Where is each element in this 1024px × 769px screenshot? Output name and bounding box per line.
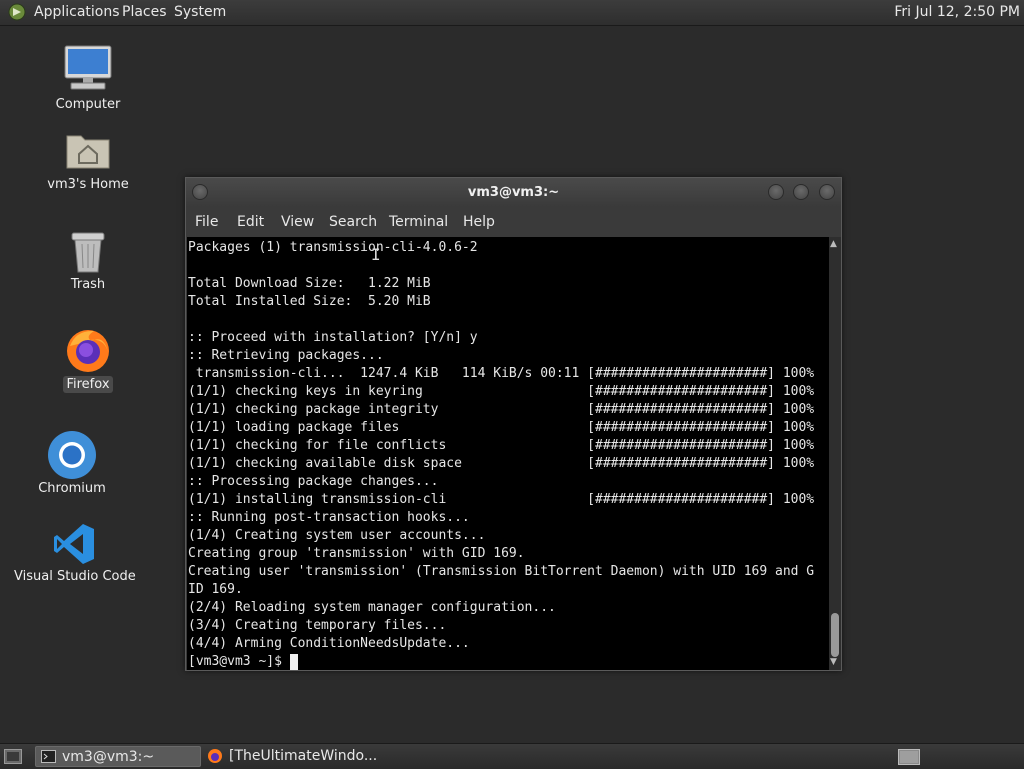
scroll-down-arrow-icon[interactable]: ▼ (830, 657, 837, 667)
taskbar-item-firefox[interactable]: [TheUltimateWindo... (203, 746, 403, 767)
menu-places[interactable]: Places (122, 4, 167, 20)
menu-file[interactable]: File (195, 214, 218, 230)
trash-icon (71, 232, 105, 273)
terminal-icon (41, 750, 56, 763)
terminal-line: Creating group 'transmission' with GID 1… (188, 546, 525, 561)
terminal-line: (1/1) checking keys in keyring [########… (188, 384, 815, 399)
terminal-line: (1/1) loading package files [###########… (188, 420, 815, 435)
terminal-line: (3/4) Creating temporary files... (188, 618, 447, 633)
terminal-line: (1/1) checking package integrity [######… (188, 402, 815, 417)
terminal-output[interactable]: Packages (1) transmission-cli-4.0.6-2 To… (187, 237, 829, 670)
taskbar-item-terminal[interactable]: vm3@vm3:~ (35, 746, 201, 767)
scrollbar-thumb[interactable] (831, 613, 839, 657)
terminal-window[interactable]: vm3@vm3:~ File Edit View Search Terminal… (185, 177, 842, 671)
close-button[interactable] (819, 184, 835, 200)
chromium-icon (48, 431, 96, 479)
terminal-line: :: Proceed with installation? [Y/n] y (188, 330, 478, 345)
desktop-icon-label-text: Firefox (63, 376, 113, 393)
terminal-text: Packages (1) transmission-cli-4.0.6-2 To… (188, 239, 814, 670)
terminal-title: vm3@vm3:~ (467, 185, 560, 200)
desktop-icon-label: Chromium (38, 481, 106, 496)
terminal-line: (1/1) checking for file conflicts [#####… (188, 438, 815, 453)
taskbar-item-label: [TheUltimateWindo... (229, 748, 378, 764)
desktop-icon-label: Visual Studio Code (14, 569, 136, 584)
computer-icon (64, 45, 112, 90)
menu-search[interactable]: Search (329, 214, 377, 230)
desktop-icon-trash[interactable]: Trash (38, 228, 138, 296)
top-panel: Applications Places System Fri Jul 12, 2… (0, 0, 1024, 26)
terminal-line: :: Retrieving packages... (188, 348, 384, 363)
desktop-icon-label: Trash (70, 277, 106, 292)
clock[interactable]: Fri Jul 12, 2:50 PM (894, 4, 1020, 20)
scroll-up-arrow-icon[interactable]: ▲ (830, 239, 837, 249)
terminal-line: Total Installed Size: 5.20 MiB (188, 294, 431, 309)
menu-edit[interactable]: Edit (237, 214, 264, 230)
firefox-icon (208, 749, 222, 763)
terminal-cursor (289, 654, 298, 670)
menu-system[interactable]: System (174, 4, 226, 20)
menu-applications[interactable]: Applications (34, 4, 120, 20)
terminal-line: Total Download Size: 1.22 MiB (188, 276, 431, 291)
terminal-line: Packages (1) transmission-cli-4.0.6-2 (188, 240, 478, 255)
terminal-line: (1/4) Creating system user accounts... (188, 528, 486, 543)
terminal-line: (4/4) Arming ConditionNeedsUpdate... (188, 636, 470, 651)
terminal-scrollbar[interactable]: ▲ ▼ (829, 237, 841, 670)
desktop-icon-vscode[interactable]: Visual Studio Code (14, 520, 136, 588)
terminal-line: :: Processing package changes... (188, 474, 439, 489)
home-folder-icon (66, 135, 110, 169)
desktop-icon-home[interactable]: vm3's Home (38, 128, 138, 196)
firefox-icon (67, 330, 109, 372)
taskbar-item-label: vm3@vm3:~ (62, 749, 155, 765)
desktop-icon-label: Firefox (38, 376, 138, 393)
desktop-icon-label: Computer (55, 97, 121, 112)
mouse-ibeam-cursor-icon: I (371, 245, 381, 264)
terminal-line: ID 169. (188, 582, 243, 597)
terminal-titlebar[interactable]: vm3@vm3:~ (186, 178, 841, 207)
terminal-line: (2/4) Reloading system manager configura… (188, 600, 556, 615)
minimize-button[interactable] (768, 184, 784, 200)
vscode-icon (54, 524, 94, 564)
bottom-panel: vm3@vm3:~ [TheUltimateWindo... (0, 743, 1024, 769)
workspace-switcher-icon[interactable] (898, 749, 920, 765)
show-desktop-icon[interactable] (4, 749, 22, 764)
terminal-line: [vm3@vm3 ~]$ (188, 654, 282, 669)
desktop-icon-firefox[interactable]: Firefox (38, 326, 138, 396)
menu-terminal[interactable]: Terminal (389, 214, 448, 230)
desktop-icon-chromium[interactable]: Chromium (22, 430, 122, 500)
terminal-line: :: Running post-transaction hooks... (188, 510, 470, 525)
desktop-icon-label: vm3's Home (47, 177, 129, 192)
applications-logo-icon[interactable] (8, 3, 26, 21)
terminal-line: (1/1) checking available disk space [###… (188, 456, 815, 471)
menu-view[interactable]: View (281, 214, 314, 230)
menu-help[interactable]: Help (463, 214, 495, 230)
terminal-line: transmission-cli... 1247.4 KiB 114 KiB/s… (195, 366, 815, 381)
maximize-button[interactable] (793, 184, 809, 200)
desktop-icon-computer[interactable]: Computer (38, 44, 138, 116)
terminal-line: (1/1) installing transmission-cli [#####… (188, 492, 815, 507)
terminal-menubar: File Edit View Search Terminal Help (186, 207, 841, 237)
terminal-line: Creating user 'transmission' (Transmissi… (188, 564, 815, 579)
